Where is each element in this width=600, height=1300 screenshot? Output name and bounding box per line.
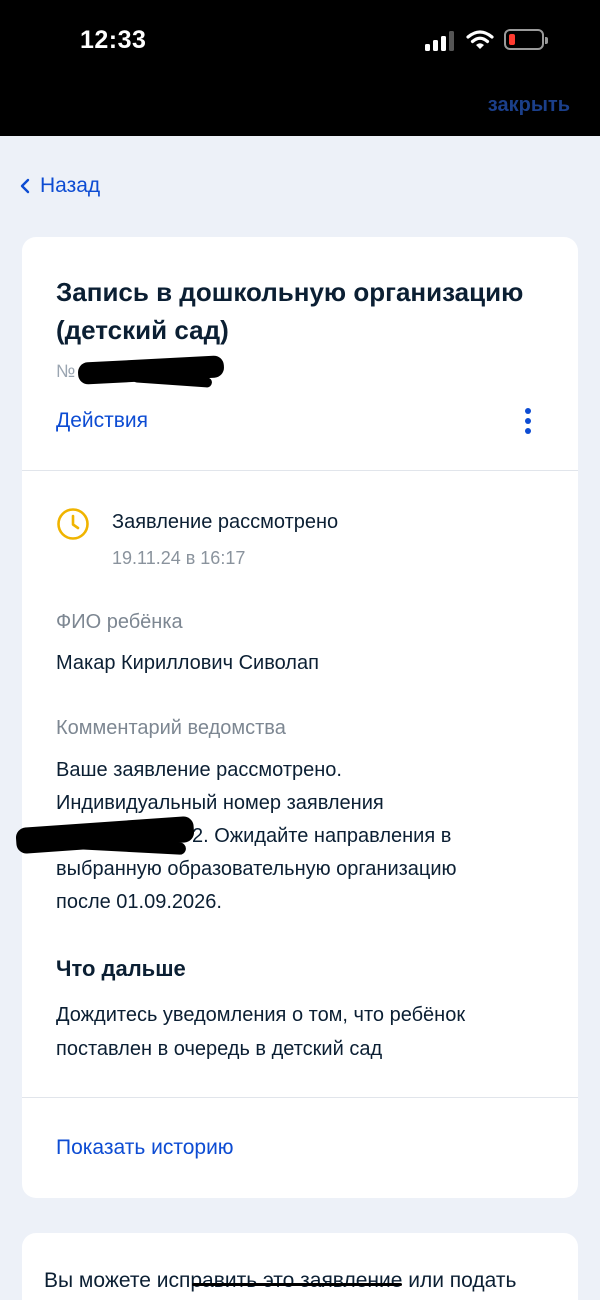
comment-line: выбранную образовательную организацию — [56, 858, 457, 880]
more-options-icon[interactable] — [520, 406, 536, 436]
back-button[interactable]: Назад — [20, 174, 100, 198]
chevron-left-icon — [20, 178, 30, 194]
info-card-text: Вы можете исправить это заявление или по… — [44, 1269, 517, 1292]
show-history-link[interactable]: Показать историю — [56, 1136, 234, 1160]
divider — [22, 1097, 578, 1098]
info-card: Вы можете исправить это заявление или по… — [22, 1233, 578, 1300]
comment-line: Ваше заявление рассмотрено. — [56, 759, 342, 781]
divider — [22, 470, 578, 471]
status-date: 19.11.24 в 16:17 — [112, 548, 246, 568]
signal-icon — [425, 31, 457, 51]
child-name-value: Макар Кириллович Сиволап — [56, 652, 319, 674]
application-card: Запись в дошкольную организацию (детский… — [15, 237, 578, 1198]
back-label: Назад — [40, 174, 101, 197]
child-name-label: ФИО ребёнка — [56, 611, 183, 633]
comment-label: Комментарий ведомства — [56, 717, 286, 739]
status-text: Заявление рассмотрено — [112, 511, 339, 533]
comment-line: Индивидуальный номер заявления — [56, 792, 384, 814]
wifi-icon — [466, 30, 494, 49]
application-title: Запись в дошкольную организацию (детский… — [56, 277, 524, 345]
next-steps-line: поставлен в очередь в детский сад — [56, 1038, 383, 1060]
status-bar: 12:33 закрыть — [0, 0, 600, 136]
status-time: 12:33 — [80, 26, 147, 54]
clock-icon — [57, 508, 89, 540]
battery-icon — [504, 29, 548, 50]
comment-line: 2. Ожидайте направления в — [192, 825, 452, 847]
close-link[interactable]: закрыть — [488, 94, 570, 117]
next-steps-heading: Что дальше — [56, 956, 186, 981]
comment-line: после 01.09.2026. — [56, 891, 222, 913]
actions-link[interactable]: Действия — [56, 409, 148, 433]
next-steps-line: Дождитесь уведомления о том, что ребёнок — [56, 1004, 466, 1026]
redaction-mark — [192, 1283, 402, 1286]
